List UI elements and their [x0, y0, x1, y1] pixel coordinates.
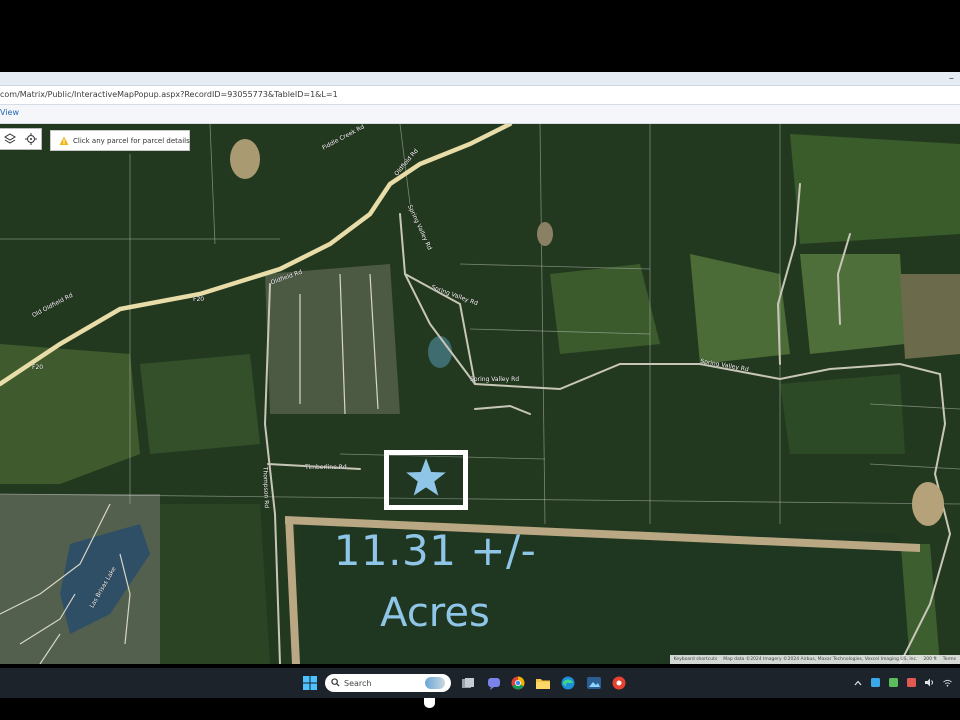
map-imagery: [0, 124, 960, 664]
search-placeholder: Search: [344, 678, 372, 688]
mouse-cursor: [424, 698, 435, 708]
battery-icon[interactable]: [907, 678, 916, 687]
task-view-icon[interactable]: [460, 675, 476, 691]
windows-start-icon[interactable]: [302, 675, 318, 691]
map-controls: [0, 128, 42, 150]
acreage-value: 11.31 +/-: [333, 526, 537, 575]
road-label: Timberline Rd: [305, 464, 347, 471]
photos-icon[interactable]: [586, 675, 602, 691]
minimize-button[interactable]: –: [949, 73, 954, 84]
route-marker: F20: [193, 296, 205, 303]
system-tray: [853, 678, 952, 687]
search-highlight-icon: [425, 677, 445, 689]
browser-title-bar: –: [0, 72, 960, 86]
locate-icon[interactable]: [24, 132, 38, 146]
taskbar: Search: [0, 668, 960, 698]
star-icon: [404, 456, 448, 505]
warning-icon: [59, 136, 69, 146]
file-explorer-icon[interactable]: [535, 675, 551, 691]
route-marker: F20: [32, 364, 44, 371]
acreage-unit: Acres: [380, 590, 490, 636]
terms-link[interactable]: Terms: [943, 657, 956, 662]
tab-view[interactable]: View: [0, 108, 19, 117]
speaker-icon[interactable]: [925, 678, 934, 687]
keyboard-shortcuts-link[interactable]: Keyboard shortcuts: [674, 657, 718, 662]
search-icon: [331, 677, 340, 689]
url-text: com/Matrix/Public/InteractiveMapPopup.as…: [0, 90, 338, 99]
layers-icon[interactable]: [3, 132, 17, 146]
map-scale[interactable]: 200 ft: [923, 657, 936, 662]
teams-chat-icon[interactable]: [486, 675, 502, 691]
parcel-hint: Click any parcel for parcel details.: [50, 130, 192, 151]
chevron-up-icon[interactable]: [853, 678, 862, 687]
road-label: Thompson Rd: [261, 466, 270, 509]
road-label: Spring Valley Rd: [470, 376, 520, 383]
satellite-map[interactable]: Old Oldfield Rd Oldfield Rd Oldfield Rd …: [0, 124, 960, 664]
hint-text: Click any parcel for parcel details.: [73, 136, 192, 145]
network-icon[interactable]: [889, 678, 898, 687]
tab-strip: View: [0, 105, 960, 124]
property-marker[interactable]: [384, 450, 468, 510]
edge-icon[interactable]: [560, 675, 576, 691]
address-bar[interactable]: com/Matrix/Public/InteractiveMapPopup.as…: [0, 86, 960, 105]
taskbar-search[interactable]: Search: [325, 674, 451, 692]
map-attribution: Keyboard shortcuts Map data ©2024 Imager…: [669, 655, 960, 664]
map-data-credit: Map data ©2024 Imagery ©2024 Airbus, Max…: [723, 657, 918, 662]
wifi-icon[interactable]: [943, 678, 952, 687]
security-icon[interactable]: [871, 678, 880, 687]
chrome-icon[interactable]: [510, 675, 526, 691]
snipping-tool-icon[interactable]: [611, 675, 627, 691]
